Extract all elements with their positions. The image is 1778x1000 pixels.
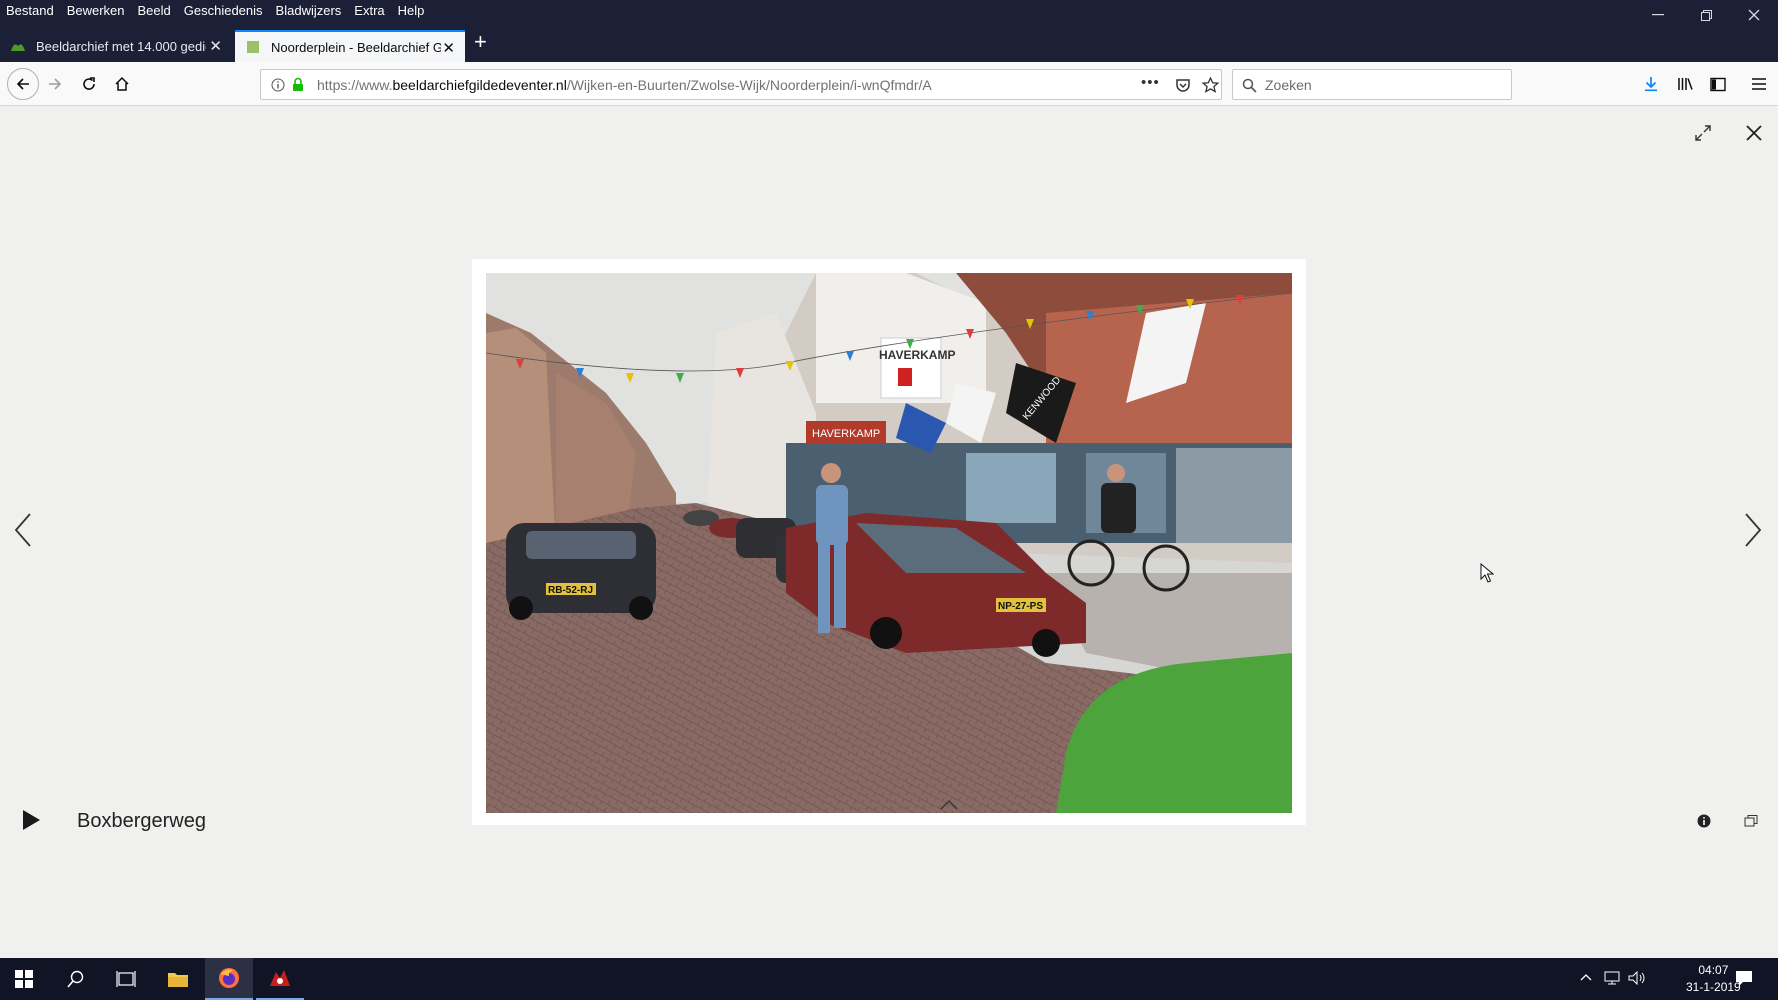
chevron-right-icon xyxy=(1745,513,1762,547)
taskbar-search-button[interactable] xyxy=(52,958,100,1000)
svg-text:RB-52-RJ: RB-52-RJ xyxy=(548,585,593,596)
volume-icon[interactable] xyxy=(1628,971,1646,985)
network-icon[interactable] xyxy=(1603,971,1621,985)
svg-text:NP-27-PS: NP-27-PS xyxy=(998,601,1043,612)
downloads-button[interactable] xyxy=(1637,70,1665,98)
next-photo-button[interactable] xyxy=(1744,512,1762,558)
gallery-icon[interactable] xyxy=(1744,814,1758,828)
nav-toolbar: https://www.beeldarchiefgildedeventer.nl… xyxy=(0,62,1778,106)
info-icon[interactable] xyxy=(271,78,285,92)
menu-button[interactable] xyxy=(1745,70,1773,98)
play-slideshow-icon[interactable] xyxy=(20,809,42,831)
photo-frame: HAVERKAMP HAVERKAMP KENWOOD RB-52-RJ NP-… xyxy=(472,259,1306,825)
back-arrow-icon xyxy=(16,78,29,90)
sidebar-icon xyxy=(1710,77,1726,91)
hamburger-icon xyxy=(1752,78,1766,90)
tab-label: Noorderplein - Beeldarchief Gil xyxy=(271,39,441,55)
close-lightbox-icon[interactable] xyxy=(1745,124,1763,142)
task-view-icon xyxy=(116,971,136,987)
home-button[interactable] xyxy=(108,70,136,98)
search-icon xyxy=(1242,78,1257,93)
svg-text:HAVERKAMP: HAVERKAMP xyxy=(879,348,955,362)
windows-taskbar: 04:07 31-1-2019 xyxy=(0,958,1778,1000)
street-photo[interactable]: HAVERKAMP HAVERKAMP KENWOOD RB-52-RJ NP-… xyxy=(486,273,1292,813)
fullscreen-icon[interactable] xyxy=(1694,124,1712,142)
menu-item-geschiedenis[interactable]: Geschiedenis xyxy=(184,3,263,18)
search-placeholder: Zoeken xyxy=(1265,77,1312,93)
menu-item-beeld[interactable]: Beeld xyxy=(138,3,171,18)
menu-bar: Bestand Bewerken Beeld Geschiedenis Bladwijz… xyxy=(0,0,1778,25)
reload-icon xyxy=(83,77,95,90)
menu-item-bewerken[interactable]: Bewerken xyxy=(67,3,125,18)
menu-item-bestand[interactable]: Bestand xyxy=(6,3,54,18)
previous-photo-button[interactable] xyxy=(14,512,32,558)
sidebar-button[interactable] xyxy=(1704,70,1732,98)
tab-strip: Beeldarchief met 14.000 gedigi ✕ Noorder… xyxy=(0,25,1778,62)
library-button[interactable] xyxy=(1671,70,1699,98)
tab-beeldarchief[interactable]: Beeldarchief met 14.000 gedigi ✕ xyxy=(0,30,232,62)
pocket-icon[interactable] xyxy=(1175,77,1191,93)
chevron-left-icon xyxy=(14,513,31,547)
forward-arrow-icon xyxy=(49,78,62,90)
search-icon xyxy=(67,970,84,988)
lightbox: HAVERKAMP HAVERKAMP KENWOOD RB-52-RJ NP-… xyxy=(0,107,1778,958)
search-box[interactable]: Zoeken xyxy=(1232,69,1512,100)
tab-close-icon[interactable]: ✕ xyxy=(442,39,455,57)
chevron-up-icon[interactable] xyxy=(940,800,958,810)
download-icon xyxy=(1645,77,1657,92)
info-icon[interactable] xyxy=(1697,814,1711,828)
photo-caption: Boxbergerweg xyxy=(77,810,206,832)
firefox-icon xyxy=(219,968,239,988)
menu-item-bladwijzers[interactable]: Bladwijzers xyxy=(276,3,342,18)
library-icon xyxy=(1677,78,1693,90)
new-tab-button[interactable]: + xyxy=(474,29,487,55)
tab-noorderplein[interactable]: Noorderplein - Beeldarchief Gil ✕ xyxy=(235,30,465,62)
svg-text:HAVERKAMP: HAVERKAMP xyxy=(812,428,880,440)
windows-logo-icon xyxy=(15,970,33,988)
folder-icon xyxy=(168,973,188,987)
file-explorer-button[interactable] xyxy=(154,958,202,1000)
reload-button[interactable] xyxy=(75,70,103,98)
url-text[interactable]: https://www.beeldarchiefgildedeventer.nl… xyxy=(317,77,932,93)
bookmark-star-icon[interactable] xyxy=(1202,77,1219,93)
app-icon xyxy=(270,970,290,986)
home-icon xyxy=(115,76,129,91)
tab-label: Beeldarchief met 14.000 gedigi xyxy=(36,38,206,54)
system-clock[interactable]: 04:07 31-1-2019 xyxy=(1686,962,1741,996)
menu-item-extra[interactable]: Extra xyxy=(354,3,384,18)
menu-item-help[interactable]: Help xyxy=(398,3,425,18)
page-actions-icon[interactable]: ••• xyxy=(1141,74,1160,91)
firefox-taskbar-button[interactable] xyxy=(205,958,253,1000)
tab-close-icon[interactable]: ✕ xyxy=(209,37,222,55)
mouse-cursor-icon xyxy=(1480,563,1494,583)
forward-button[interactable] xyxy=(41,70,69,98)
clock-time: 04:07 xyxy=(1698,963,1729,977)
back-button[interactable] xyxy=(7,68,39,100)
show-hidden-icons[interactable] xyxy=(1580,973,1592,981)
site-favicon-icon xyxy=(11,44,25,51)
url-bar[interactable]: https://www.beeldarchiefgildedeventer.nl… xyxy=(260,69,1222,100)
action-center-icon[interactable] xyxy=(1735,970,1753,987)
clock-date: 31-1-2019 xyxy=(1686,980,1741,994)
task-view-button[interactable] xyxy=(102,958,150,1000)
start-button[interactable] xyxy=(0,958,48,1000)
app-taskbar-button[interactable] xyxy=(256,958,304,1000)
site-favicon-icon xyxy=(247,41,259,53)
lock-icon xyxy=(293,77,303,91)
